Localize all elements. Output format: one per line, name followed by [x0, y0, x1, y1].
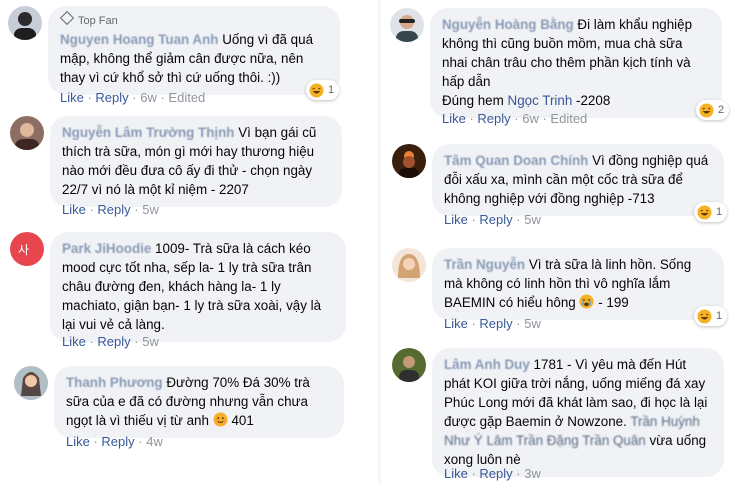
like-link[interactable]: Like — [60, 90, 84, 105]
comment-actions: Like · Reply · 5w — [62, 334, 159, 349]
comment-bubble: Trần Nguyễn Vì trà sữa là linh hồn. Sống… — [432, 248, 724, 320]
timestamp[interactable]: 5w — [142, 334, 159, 349]
commenter-name[interactable]: Tâm Quan Doan Chính — [444, 153, 588, 168]
comment-bubble: Tâm Quan Doan Chính Vì đồng nghiệp quá đ… — [432, 144, 724, 216]
comment-actions: Like · Reply · 4w — [66, 434, 163, 449]
comment-actions: Like · Reply · 5w — [444, 212, 541, 227]
comment-actions: Like · Reply · 6w · Edited — [60, 90, 206, 105]
comment-number: - 199 — [598, 295, 629, 310]
edited-label[interactable]: Edited — [550, 111, 587, 126]
avatar[interactable] — [8, 6, 42, 40]
comment-bubble: Lâm Anh Duy 1781 - Vì yêu mà đến Hút phá… — [432, 348, 724, 477]
haha-emoji-icon — [699, 102, 714, 118]
comment-bubble: Top Fan Nguyen Hoang Tuan Anh Uống vì đã… — [48, 6, 340, 95]
commenter-name[interactable]: Nguyễn Lâm Trường Thịnh — [62, 125, 234, 140]
avatar[interactable] — [392, 144, 426, 178]
crying-emoji-icon — [579, 294, 595, 309]
avatar[interactable] — [390, 8, 424, 42]
reaction-count[interactable]: 1 — [306, 80, 340, 100]
timestamp[interactable]: 6w — [522, 111, 539, 126]
comment-actions: Like · Reply · 5w — [444, 316, 541, 331]
like-link[interactable]: Like — [62, 202, 86, 217]
commenter-name[interactable]: Park JiHoodie — [62, 241, 151, 256]
timestamp[interactable]: 6w — [140, 90, 157, 105]
timestamp[interactable]: 3w — [524, 466, 541, 481]
top-fan-badge: Top Fan — [59, 10, 328, 28]
haha-emoji-icon — [309, 82, 324, 98]
comment-text-line2: Đúng hem — [442, 93, 504, 108]
comment-number: 401 — [231, 413, 254, 428]
reply-link[interactable]: Reply — [97, 334, 130, 349]
comment-bubble: Thanh Phương Đường 70% Đá 30% trà sữa củ… — [54, 366, 344, 438]
timestamp[interactable]: 5w — [524, 212, 541, 227]
commenter-name[interactable]: Nguyễn Hoàng Bằng — [442, 17, 574, 32]
reaction-count[interactable]: 1 — [694, 306, 728, 326]
comment-actions: Like · Reply · 5w — [62, 202, 159, 217]
svg-text:사: 사 — [18, 243, 29, 257]
reaction-count[interactable]: 2 — [696, 100, 730, 120]
reply-link[interactable]: Reply — [101, 434, 134, 449]
reply-link[interactable]: Reply — [479, 212, 512, 227]
timestamp[interactable]: 5w — [524, 316, 541, 331]
like-link[interactable]: Like — [444, 316, 468, 331]
reaction-count[interactable]: 1 — [694, 202, 728, 222]
like-link[interactable]: Like — [444, 212, 468, 227]
haha-emoji-icon — [697, 204, 712, 220]
edited-label[interactable]: Edited — [168, 90, 205, 105]
smiling-emoji-icon — [213, 412, 228, 427]
like-link[interactable]: Like — [66, 434, 90, 449]
comment-bubble: Nguyễn Lâm Trường Thịnh Vì bạn gái cũ th… — [50, 116, 342, 207]
reply-link[interactable]: Reply — [97, 202, 130, 217]
commenter-name[interactable]: Lâm Anh Duy — [444, 357, 530, 372]
like-link[interactable]: Like — [62, 334, 86, 349]
commenter-name[interactable]: Trần Nguyễn — [444, 257, 525, 272]
like-link[interactable]: Like — [444, 466, 468, 481]
haha-emoji-icon — [697, 308, 712, 324]
avatar[interactable] — [10, 116, 44, 150]
commenter-name[interactable]: Nguyen Hoang Tuan Anh — [60, 32, 218, 47]
diamond-icon — [59, 10, 75, 26]
avatar[interactable] — [392, 348, 426, 382]
timestamp[interactable]: 5w — [142, 202, 159, 217]
comment-bubble: Nguyễn Hoàng Bằng Đi làm khẩu nghiệp khô… — [430, 8, 722, 118]
comment-number: -2208 — [576, 93, 611, 108]
reply-link[interactable]: Reply — [95, 90, 128, 105]
reply-link[interactable]: Reply — [477, 111, 510, 126]
column-divider — [378, 0, 381, 484]
like-link[interactable]: Like — [442, 111, 466, 126]
reply-link[interactable]: Reply — [479, 316, 512, 331]
reply-link[interactable]: Reply — [479, 466, 512, 481]
comment-bubble: Park JiHoodie 1009- Trà sữa là cách kéo … — [50, 232, 346, 342]
commenter-name[interactable]: Thanh Phương — [66, 375, 163, 390]
mention-link[interactable]: Ngọc Trinh — [508, 93, 573, 108]
avatar[interactable]: 사 — [10, 232, 44, 266]
timestamp[interactable]: 4w — [146, 434, 163, 449]
avatar[interactable] — [392, 248, 426, 282]
comment-actions: Like · Reply · 6w · Edited — [442, 111, 588, 126]
avatar[interactable] — [14, 366, 48, 400]
comment-actions: Like · Reply · 3w — [444, 466, 541, 481]
